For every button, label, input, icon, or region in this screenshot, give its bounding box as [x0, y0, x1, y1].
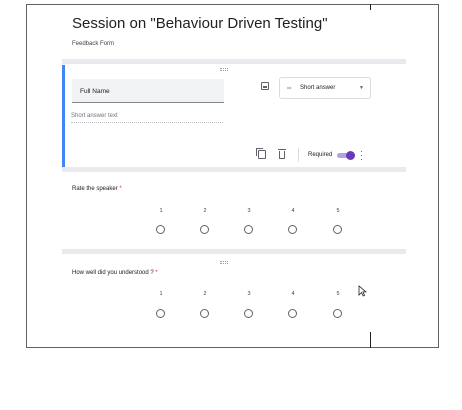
scale-radio-3[interactable] — [244, 225, 253, 234]
question-label: How well did you understood ? * — [72, 270, 158, 276]
scale-label: 3 — [247, 291, 251, 297]
scale-label: 4 — [291, 208, 295, 214]
chevron-down-icon: ▼ — [359, 85, 364, 91]
toolbar-separator — [298, 148, 299, 162]
section-divider — [62, 59, 406, 64]
scale-label: 2 — [203, 208, 207, 214]
scale-radio-1[interactable] — [156, 225, 165, 234]
form-description[interactable]: Feedback Form — [72, 41, 114, 47]
short-answer-placeholder: Short answer text — [71, 113, 223, 123]
scale-radio-4[interactable] — [288, 225, 297, 234]
form-editor: Session on "Behaviour Driven Testing" Fe… — [62, 5, 406, 347]
scale-radio-4[interactable] — [288, 309, 297, 318]
trash-icon[interactable] — [278, 149, 286, 159]
form-title[interactable]: Session on "Behaviour Driven Testing" — [72, 15, 328, 32]
question-footer-toolbar: Required · · · — [62, 145, 406, 165]
question-type-select[interactable]: ═ Short answer ▼ — [279, 77, 371, 99]
scale-label: 2 — [203, 291, 207, 297]
scale-radio-2[interactable] — [200, 225, 209, 234]
frame-edge-mark — [370, 4, 371, 10]
question-card-understanding[interactable]: How well did you understood ? * 1 2 3 4 … — [62, 254, 406, 347]
scale-radio-5[interactable] — [333, 225, 342, 234]
scale-label: 4 — [291, 291, 295, 297]
required-asterisk: * — [155, 270, 158, 276]
copy-icon[interactable] — [256, 148, 266, 159]
scale-label: 5 — [336, 291, 340, 297]
scale-radio-5[interactable] — [333, 309, 342, 318]
scale-label: 1 — [159, 291, 163, 297]
required-toggle-knob — [346, 151, 355, 160]
drag-handle-icon[interactable] — [220, 68, 228, 71]
question-label: Rate the speaker * — [72, 186, 122, 192]
scale-label: 5 — [336, 208, 340, 214]
question-type-label: Short answer — [300, 85, 336, 91]
question-title-input[interactable]: Full Name — [72, 79, 224, 103]
question-card-rate-speaker[interactable]: Rate the speaker * 1 2 3 4 5 — [62, 172, 406, 249]
scale-radio-2[interactable] — [200, 309, 209, 318]
scale-radio-1[interactable] — [156, 309, 165, 318]
question-card-active[interactable]: Full Name ═ Short answer ▼ Short answer … — [62, 65, 406, 167]
scale-label: 1 — [159, 208, 163, 214]
short-text-icon: ═ — [287, 86, 292, 92]
scale-label: 3 — [247, 208, 251, 214]
more-vert-icon[interactable]: · · · — [360, 148, 363, 164]
drag-handle-icon[interactable] — [220, 261, 228, 264]
question-title-text: Full Name — [80, 88, 110, 95]
frame-edge-mark — [370, 332, 371, 348]
required-toggle[interactable] — [337, 151, 355, 160]
required-label: Required — [308, 152, 333, 158]
question-text: Rate the speaker — [72, 186, 118, 192]
screenshot-frame: Session on "Behaviour Driven Testing" Fe… — [26, 4, 439, 348]
question-text: How well did you understood ? — [72, 270, 154, 276]
mouse-pointer-icon — [358, 285, 367, 297]
image-icon[interactable] — [261, 82, 269, 90]
scale-radio-3[interactable] — [244, 309, 253, 318]
required-asterisk: * — [119, 186, 122, 192]
